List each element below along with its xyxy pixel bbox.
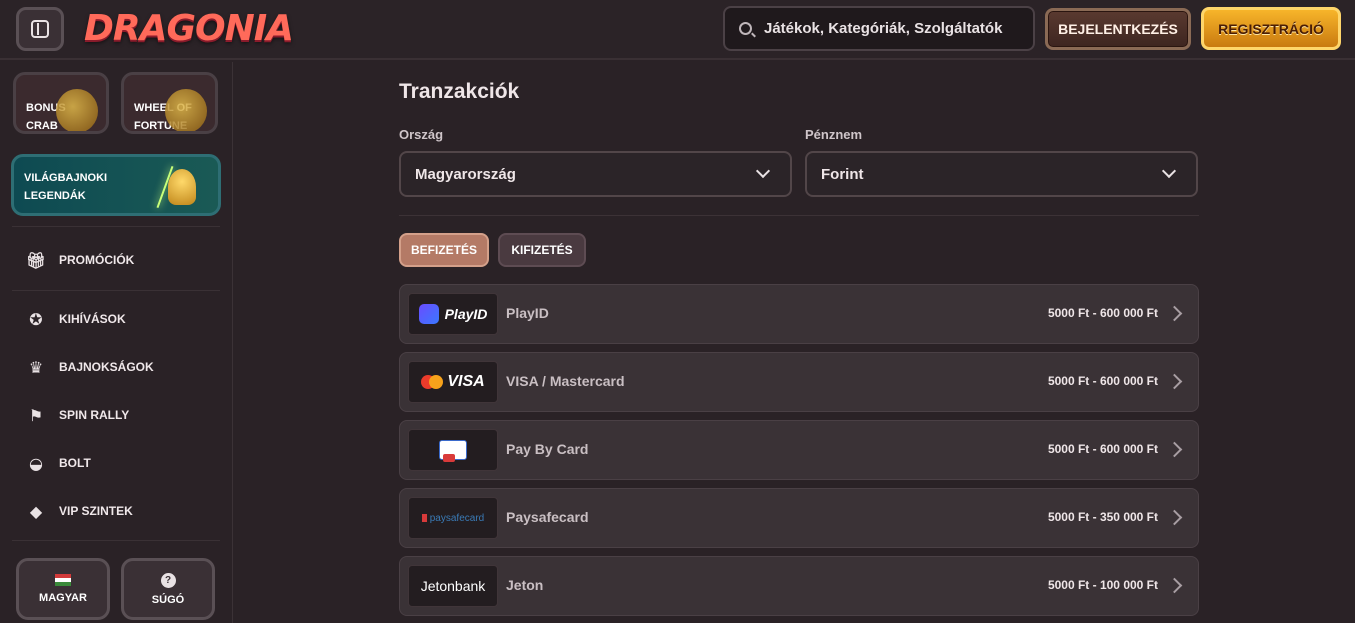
help-icon: ? bbox=[160, 572, 176, 588]
playid-icon bbox=[418, 304, 439, 324]
paysafecard-icon bbox=[421, 514, 427, 522]
chevron-right-icon bbox=[1166, 509, 1183, 526]
currency-value: Forint bbox=[821, 165, 864, 183]
login-button[interactable]: BEJELENTKEZÉS bbox=[1045, 8, 1191, 50]
hungarian-flag-icon bbox=[55, 574, 71, 586]
trophy-ball-icon bbox=[168, 169, 196, 205]
visa-mastercard-logo: VISA bbox=[408, 361, 498, 403]
wheel-icon bbox=[165, 89, 207, 131]
sidebar-item-label: BOLT bbox=[59, 456, 91, 470]
card-icon bbox=[439, 440, 467, 462]
payment-method-range: 5000 Ft - 350 000 Ft bbox=[1047, 510, 1158, 524]
chevron-right-icon bbox=[1166, 305, 1183, 322]
paysafecard-logo-text: paysafecard bbox=[429, 512, 485, 524]
sidebar-item-challenges[interactable]: ✪ KIHÍVÁSOK bbox=[26, 306, 126, 332]
flag-icon: ⚑ bbox=[28, 405, 44, 425]
main-content: Tranzakciók Ország Magyarország Pénznem … bbox=[234, 62, 1355, 623]
sidebar-item-label: BAJNOKSÁGOK bbox=[59, 360, 154, 374]
divider bbox=[12, 226, 220, 227]
payment-method-row[interactable]: VISA VISA / Mastercard 5000 Ft - 600 000… bbox=[399, 352, 1199, 412]
divider bbox=[399, 215, 1199, 216]
search-bar[interactable] bbox=[723, 6, 1035, 51]
world-legends-label: VILÁGBAJNOKI LEGENDÁK bbox=[24, 172, 108, 202]
language-label: MAGYAR bbox=[39, 592, 87, 604]
payment-method-range: 5000 Ft - 600 000 Ft bbox=[1047, 306, 1158, 320]
payment-method-row[interactable]: paysafecard Paysafecard 5000 Ft - 350 00… bbox=[399, 488, 1199, 548]
help-button[interactable]: ? SÚGÓ bbox=[121, 558, 215, 620]
currency-select[interactable]: Forint bbox=[805, 151, 1198, 197]
tab-deposit[interactable]: BEFIZETÉS bbox=[399, 233, 489, 267]
country-label: Ország bbox=[399, 127, 444, 142]
crab-claw-icon bbox=[56, 89, 98, 131]
world-legends-tile[interactable]: VILÁGBAJNOKI LEGENDÁK bbox=[11, 154, 221, 216]
playid-logo-text: PlayID bbox=[444, 306, 488, 322]
chevron-right-icon bbox=[1166, 577, 1183, 594]
country-select[interactable]: Magyarország bbox=[399, 151, 792, 197]
sidebar-item-vip-levels[interactable]: ◆ VIP SZINTEK bbox=[26, 498, 133, 524]
payment-method-name: Jeton bbox=[506, 577, 544, 593]
payment-method-range: 5000 Ft - 600 000 Ft bbox=[1047, 442, 1158, 456]
sidebar-item-spin-rally[interactable]: ⚑ SPIN RALLY bbox=[26, 402, 129, 428]
sidebar-item-promotions[interactable]: 🎁︎ PROMÓCIÓK bbox=[25, 247, 135, 273]
payment-method-row[interactable]: PlayID PlayID 5000 Ft - 600 000 Ft bbox=[399, 284, 1199, 344]
sidebar-item-label: KIHÍVÁSOK bbox=[59, 312, 126, 326]
paysafecard-logo: paysafecard bbox=[408, 497, 498, 539]
chevron-down-icon bbox=[1161, 163, 1177, 179]
chevron-right-icon bbox=[1166, 373, 1183, 390]
payment-method-name: Pay By Card bbox=[506, 441, 589, 457]
language-button[interactable]: MAGYAR bbox=[16, 558, 110, 620]
help-label: SÚGÓ bbox=[151, 593, 185, 606]
basket-icon: ◒ bbox=[29, 453, 43, 473]
chevron-right-icon bbox=[1166, 441, 1183, 458]
top-header: DRAGONIA BEJELENTKEZÉS REGISZTRÁCIÓ bbox=[0, 0, 1355, 60]
divider bbox=[12, 540, 220, 541]
payment-method-range: 5000 Ft - 100 000 Ft bbox=[1047, 578, 1158, 592]
bonus-crab-tile[interactable]: BONUS CRAB bbox=[13, 72, 109, 134]
currency-label: Pénznem bbox=[805, 127, 863, 142]
sidebar-icon bbox=[31, 20, 49, 38]
payment-method-range: 5000 Ft - 600 000 Ft bbox=[1047, 374, 1158, 388]
trophy-icon: ♛ bbox=[28, 357, 44, 377]
payment-method-name: Paysafecard bbox=[506, 509, 589, 525]
visa-logo-text: VISA bbox=[447, 373, 485, 390]
search-icon bbox=[739, 22, 752, 35]
payment-method-name: PlayID bbox=[506, 305, 549, 321]
search-input[interactable] bbox=[764, 20, 1014, 37]
jetonbank-logo: Jetonbank bbox=[408, 565, 498, 607]
gift-icon: 🎁︎ bbox=[25, 250, 47, 270]
wheel-of-fortune-tile[interactable]: WHEEL OF FORTUNE bbox=[121, 72, 218, 134]
sidebar-item-label: SPIN RALLY bbox=[59, 408, 130, 422]
payment-method-row[interactable]: Jetonbank Jeton 5000 Ft - 100 000 Ft bbox=[399, 556, 1199, 616]
sidebar-item-shop[interactable]: ◒ BOLT bbox=[26, 450, 91, 476]
jetonbank-logo-text: Jetonbank bbox=[420, 578, 486, 594]
dragonia-logo[interactable]: DRAGONIA bbox=[84, 6, 294, 52]
page-title: Tranzakciók bbox=[399, 80, 520, 103]
country-value: Magyarország bbox=[415, 165, 516, 183]
tab-withdraw[interactable]: KIFIZETÉS bbox=[498, 233, 586, 267]
playid-logo: PlayID bbox=[408, 293, 498, 335]
pay-by-card-logo bbox=[408, 429, 498, 471]
sidebar-item-label: PROMÓCIÓK bbox=[59, 253, 135, 267]
mastercard-icon bbox=[429, 375, 444, 389]
payment-method-name: VISA / Mastercard bbox=[506, 373, 625, 389]
sidebar-toggle-button[interactable] bbox=[16, 7, 64, 51]
sidebar-item-tournaments[interactable]: ♛ BAJNOKSÁGOK bbox=[26, 354, 154, 380]
diamond-icon: ◆ bbox=[29, 501, 43, 521]
chevron-down-icon bbox=[755, 163, 771, 179]
medal-icon: ✪ bbox=[29, 309, 43, 329]
sidebar-item-label: VIP SZINTEK bbox=[59, 504, 133, 518]
register-button[interactable]: REGISZTRÁCIÓ bbox=[1201, 7, 1341, 50]
sidebar: BONUS CRAB WHEEL OF FORTUNE VILÁGBAJNOKI… bbox=[0, 62, 233, 623]
divider bbox=[12, 290, 220, 291]
payment-method-row[interactable]: Pay By Card 5000 Ft - 600 000 Ft bbox=[399, 420, 1199, 480]
